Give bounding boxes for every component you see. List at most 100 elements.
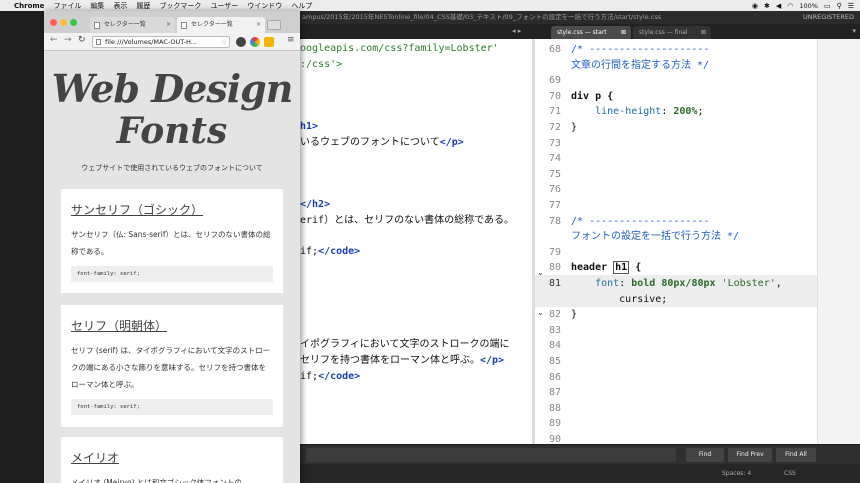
code-line[interactable]: いるウェブのフォントについて</p> (300, 135, 464, 151)
tab-style-start[interactable]: style.css — start ⊠ (551, 26, 631, 39)
code-line[interactable]: line-height: 200%; (571, 104, 704, 120)
menu-item-file[interactable]: ファイル (53, 1, 81, 11)
code-line[interactable]: } (571, 120, 577, 136)
wifi-icon[interactable]: ◠ (787, 2, 793, 10)
line-number: 72 (548, 122, 561, 133)
battery-percent[interactable]: 100% (799, 2, 818, 10)
line-number: 69 (548, 75, 561, 87)
back-icon[interactable]: ← (50, 35, 58, 45)
code-line[interactable]: :/css'> (300, 57, 342, 73)
reload-icon[interactable]: ↻ (78, 35, 86, 45)
new-tab-button[interactable] (267, 20, 281, 30)
forward-icon[interactable]: → (64, 35, 72, 45)
code-token: 文章の行間を指定する方法 */ (571, 59, 710, 71)
zoom-window-icon[interactable] (70, 19, 77, 26)
volume-icon[interactable]: ◀ (776, 2, 781, 10)
chrome-tab-strip: セレクター一覧 × セレクター一覧 × (44, 11, 300, 33)
menu-item-window[interactable]: ウインドウ (247, 1, 282, 11)
code-line[interactable]: セリフを持つ書体をローマン体と呼ぶ。</p> (300, 353, 504, 369)
code-token: line-height (595, 106, 662, 118)
bluetooth-icon[interactable]: ✱ (764, 2, 770, 10)
chrome-tab-2[interactable]: セレクター一覧 × (177, 17, 265, 33)
code-token: ; (697, 106, 704, 118)
find-all-button[interactable]: Find All (776, 448, 816, 462)
code-line[interactable]: } (571, 307, 577, 323)
close-icon[interactable]: × (166, 17, 171, 33)
menu-item-help[interactable]: ヘルプ (291, 1, 312, 11)
code-line[interactable]: div p { (571, 89, 613, 105)
indentation-status[interactable]: Spaces: 4 (722, 464, 751, 483)
line-number: 75 (548, 168, 561, 180)
close-icon[interactable]: ⊠ (701, 26, 706, 39)
record-icon[interactable]: ◉ (752, 2, 758, 10)
site-subtitle: ウェブサイトで使用されているウェブのフォントについて (81, 164, 263, 172)
find-button[interactable]: Find (686, 448, 724, 462)
code-token: </code> (318, 370, 361, 382)
tab-style-final[interactable]: style.css — final ⊠ (633, 26, 711, 39)
minimap[interactable] (817, 39, 860, 444)
code-line[interactable]: if;</code> (300, 369, 360, 385)
card-heading: セリフ（明朝体） (71, 319, 168, 333)
code-line[interactable]: header h1 { (571, 260, 641, 276)
menu-app-name[interactable]: Chrome (14, 2, 44, 10)
menu-item-edit[interactable]: 編集 (90, 1, 104, 11)
site-logo-line2: Fonts (116, 110, 228, 152)
font-card-meiryo: メイリオ メイリオ (Meiryo) とは和文ゴシック体フォントの (61, 437, 283, 483)
editor-pane-css[interactable]: ⌄ ⌄ 68/* -------------------- 文章の行間を指定する方… (535, 39, 817, 444)
find-prev-button[interactable]: Find Prev (728, 448, 772, 462)
line-number: 73 (548, 137, 561, 149)
extension-icon[interactable] (236, 37, 246, 47)
code-line[interactable]: erif）とは、セリフのない書体の総称である。 (300, 213, 514, 229)
code-token: if; (300, 245, 319, 257)
battery-icon[interactable]: ▭ (824, 2, 831, 10)
menu-extras: ◉ ✱ ◀ ◠ 100% ▭ ⚲ ☰ (752, 2, 854, 10)
code-line[interactable]: /* -------------------- (571, 214, 709, 230)
menu-item-history[interactable]: 履歴 (136, 1, 150, 11)
find-input[interactable] (306, 448, 676, 462)
spotlight-icon[interactable]: ⚲ (837, 2, 842, 10)
code-token: h1> (300, 121, 319, 132)
chrome-window: セレクター一覧 × セレクター一覧 × ← → ↻ file:///Volume… (44, 11, 300, 483)
editor-tab-bar: ◂ ▸ style.css — start ⊠ style.css — fina… (300, 24, 860, 39)
code-token: } (571, 309, 578, 321)
code-line[interactable]: </h2> (300, 197, 330, 213)
sublime-title-bar: ampus/2015年/2015年NESTonline_file/04_CSS基… (300, 11, 860, 24)
syntax-status[interactable]: CSS (784, 464, 796, 483)
tab-dropdown-icon[interactable]: ▾ (852, 27, 856, 35)
code-token: bold 80px/80px (631, 278, 722, 289)
code-token: /* -------------------- (571, 215, 710, 227)
code-line[interactable]: font: bold 80px/80px 'Lobster', (571, 276, 782, 292)
minimize-window-icon[interactable] (60, 19, 67, 26)
color-picker-extension-icon[interactable] (250, 37, 260, 47)
bookmark-star-icon[interactable]: ☆ (221, 37, 227, 47)
code-token: : (661, 106, 674, 118)
notification-center-icon[interactable]: ☰ (848, 2, 854, 10)
close-icon[interactable]: × (256, 17, 261, 33)
chrome-menu-icon[interactable]: ≡ (287, 35, 295, 45)
line-number: 89 (548, 418, 561, 430)
line-number: 88 (548, 402, 561, 414)
code-token: /* -------------------- (571, 44, 710, 55)
close-window-icon[interactable] (50, 19, 57, 26)
extension-icon[interactable] (264, 37, 274, 47)
tab-scroll-arrows-icon[interactable]: ◂ ▸ (512, 27, 521, 35)
code-token: header (571, 262, 614, 274)
code-line[interactable]: イポグラフィにおいて文字のストロークの端に (300, 337, 510, 353)
code-line[interactable]: /* -------------------- (571, 42, 709, 58)
line-number: 79 (548, 246, 561, 258)
code-token: フォントの設定を一括で行う方法 */ (571, 231, 740, 243)
menu-item-view[interactable]: 表示 (113, 1, 127, 11)
code-line[interactable]: cursive; (571, 292, 667, 308)
line-number: 78 (548, 215, 561, 227)
close-icon[interactable]: ⊠ (621, 26, 626, 39)
editor-pane-html[interactable]: oogleapis.com/css?family=Lobster':/css'>… (300, 39, 532, 444)
code-line[interactable]: oogleapis.com/css?family=Lobster' (300, 41, 499, 57)
code-line[interactable]: フォントの設定を一括で行う方法 */ (571, 229, 739, 245)
chrome-tab-1[interactable]: セレクター一覧 × (90, 17, 175, 33)
code-line[interactable]: 文章の行間を指定する方法 */ (571, 58, 709, 74)
address-bar[interactable]: file:///Volumes/MAC-OUT-H... ☆ (92, 36, 230, 48)
code-line[interactable]: if;</code> (300, 244, 360, 260)
code-line[interactable]: h1> (300, 119, 318, 135)
menu-item-bookmarks[interactable]: ブックマーク (159, 1, 201, 11)
menu-item-user[interactable]: ユーザー (210, 1, 238, 11)
